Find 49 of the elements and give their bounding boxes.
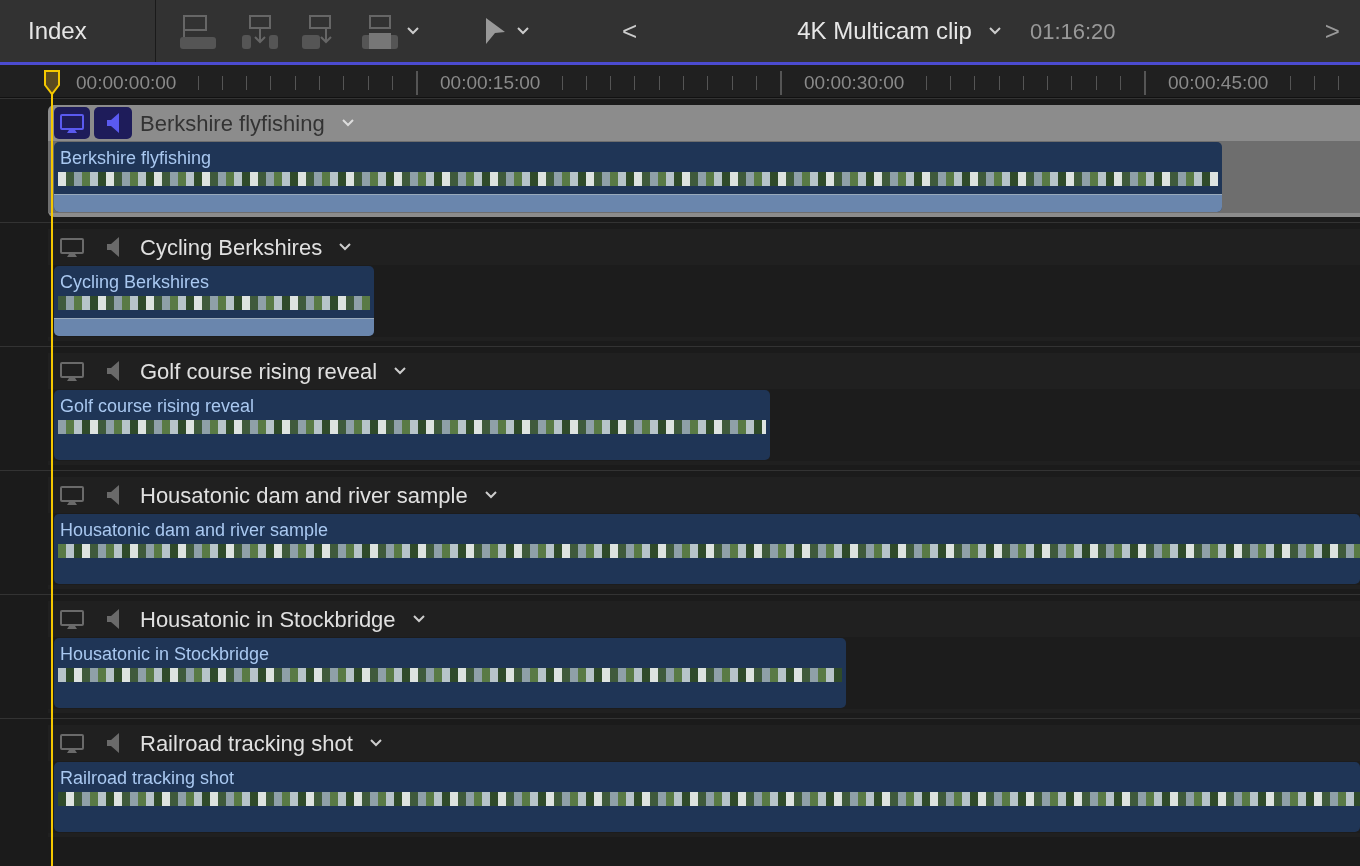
timeline-ruler[interactable]: 00:00:00:00 00:00:15:00 00:00:30:00 00:00:45:00 bbox=[0, 65, 1360, 98]
video-clip[interactable]: Berkshire flyfishing bbox=[54, 142, 1222, 212]
chevron-down-icon[interactable] bbox=[516, 26, 530, 36]
video-clip[interactable]: Golf course rising reveal bbox=[54, 390, 770, 460]
angle-background[interactable]: Golf course rising reveal Golf course rising reveal bbox=[48, 353, 1360, 465]
clip-title: Golf course rising reveal bbox=[60, 395, 255, 418]
append-clip-icon[interactable] bbox=[180, 13, 218, 49]
angle-background[interactable]: Railroad tracking shot Railroad tracking shot bbox=[48, 725, 1360, 837]
video-clip[interactable]: Railroad tracking shot bbox=[54, 762, 1360, 832]
timecode-label: 00:00:30:00 bbox=[802, 73, 907, 92]
playhead[interactable] bbox=[42, 70, 62, 866]
angle-background[interactable]: Housatonic dam and river sample Housatonic dam and river sample bbox=[48, 477, 1360, 589]
angle-name: Housatonic dam and river sample bbox=[140, 481, 468, 510]
angle-background[interactable]: Housatonic in Stockbridge Housatonic in Stockbridge bbox=[48, 601, 1360, 713]
timecode-label: 00:00:00:00 bbox=[74, 73, 179, 92]
timecode-label: 00:00:45:00 bbox=[1166, 73, 1271, 92]
chevron-down-icon[interactable] bbox=[368, 738, 383, 748]
angle-name: Railroad tracking shot bbox=[140, 729, 353, 758]
video-clip[interactable]: Housatonic in Stockbridge bbox=[54, 638, 846, 708]
monitor-icon[interactable] bbox=[54, 107, 90, 139]
index-button[interactable]: Index bbox=[28, 13, 87, 49]
clip-duration: 01:16:20 bbox=[1029, 17, 1116, 46]
clip-title: Cycling Berkshires bbox=[60, 271, 210, 294]
angle-name: Cycling Berkshires bbox=[140, 233, 323, 262]
chevron-down-icon[interactable] bbox=[987, 26, 1002, 36]
chevron-down-icon[interactable] bbox=[393, 366, 408, 376]
speaker-icon[interactable] bbox=[94, 107, 132, 139]
angle-background[interactable]: Cycling Berkshires Cycling Berkshires bbox=[48, 229, 1360, 341]
clip-title: Housatonic dam and river sample bbox=[60, 519, 329, 542]
chevron-down-icon[interactable] bbox=[483, 490, 498, 500]
clip-title: Railroad tracking shot bbox=[60, 767, 235, 790]
back-button[interactable]: < bbox=[622, 18, 638, 44]
chevron-down-icon[interactable] bbox=[411, 614, 426, 624]
chevron-down-icon[interactable] bbox=[406, 26, 420, 36]
overwrite-clip-icon[interactable] bbox=[362, 13, 398, 49]
angle-name: Golf course rising reveal bbox=[140, 357, 378, 386]
chevron-down-icon[interactable] bbox=[338, 242, 353, 252]
clip-title: 4K Multicam clip bbox=[797, 16, 972, 46]
selected-angle-background[interactable]: Berkshire flyfishing Berkshire flyfishing bbox=[48, 105, 1360, 217]
pointer-icon[interactable] bbox=[484, 17, 506, 45]
forward-button[interactable]: > bbox=[1324, 18, 1340, 44]
angle-name: Berkshire flyfishing bbox=[140, 109, 325, 138]
timecode-label: 00:00:15:00 bbox=[438, 73, 543, 92]
clip-title: Housatonic in Stockbridge bbox=[60, 643, 270, 666]
video-clip[interactable]: Housatonic dam and river sample bbox=[54, 514, 1360, 584]
insert-clip-icon[interactable] bbox=[242, 13, 278, 49]
clip-title: Berkshire flyfishing bbox=[60, 147, 212, 170]
angle-name: Housatonic in Stockbridge bbox=[140, 605, 396, 634]
video-clip[interactable]: Cycling Berkshires bbox=[54, 266, 374, 336]
